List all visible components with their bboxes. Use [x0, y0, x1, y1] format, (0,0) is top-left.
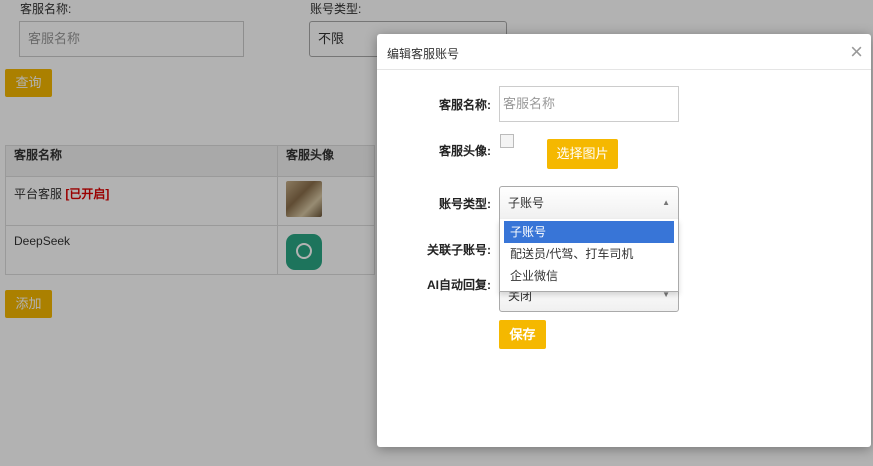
chevron-up-icon: ▲	[662, 198, 670, 207]
modal-title: 编辑客服账号	[387, 47, 460, 61]
choose-image-button[interactable]: 选择图片	[547, 139, 618, 169]
dropdown-option-enterprise-wechat[interactable]: 企业微信	[504, 265, 674, 287]
avatar-label: 客服头像:	[439, 144, 491, 158]
name-label: 客服名称:	[439, 98, 491, 112]
modal-header-divider	[377, 69, 871, 70]
dropdown-option-sub-account[interactable]: 子账号	[504, 221, 674, 243]
account-type-select[interactable]: 子账号 ▲	[499, 186, 679, 220]
dropdown-option-courier-driver[interactable]: 配送员/代驾、打车司机	[504, 243, 674, 265]
close-icon[interactable]: ×	[850, 41, 863, 63]
account-type-label: 账号类型:	[439, 197, 491, 211]
linked-account-label: 关联子账号:	[427, 243, 491, 257]
save-button[interactable]: 保存	[499, 320, 546, 349]
ai-auto-reply-label: AI自动回复:	[427, 278, 491, 292]
name-input[interactable]: 客服名称	[499, 86, 679, 122]
broken-image-icon	[500, 134, 514, 148]
account-type-value: 子账号	[508, 196, 545, 210]
account-type-dropdown: 子账号 配送员/代驾、打车司机 企业微信	[499, 219, 679, 292]
